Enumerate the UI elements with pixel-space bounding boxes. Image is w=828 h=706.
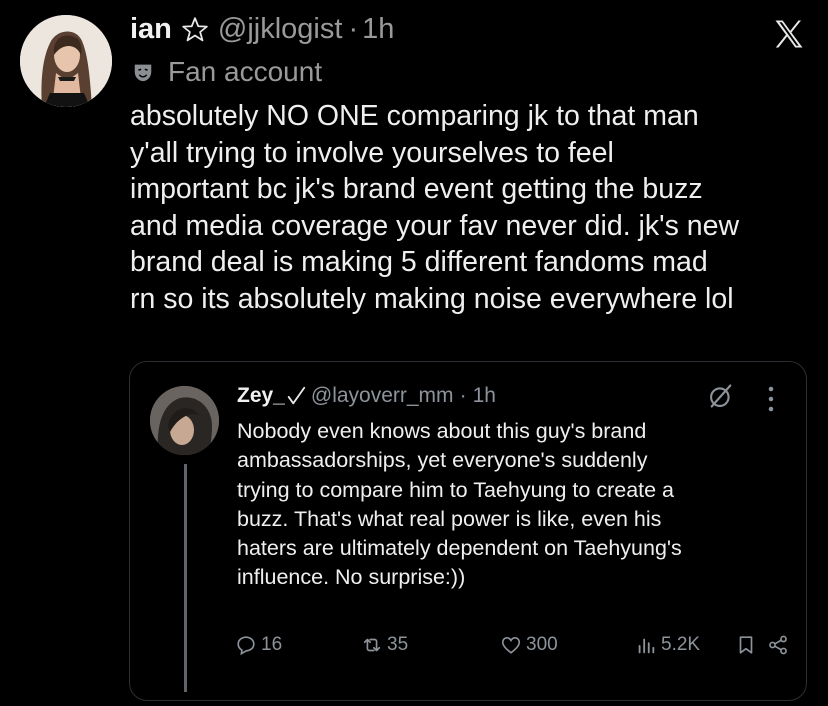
tweet-text: absolutely NO ONE comparing jk to that m… bbox=[130, 98, 820, 318]
tweet-line: and media coverage your fav never did. j… bbox=[130, 209, 740, 242]
quoted-line: ambassadorships, yet everyone's suddenly bbox=[237, 448, 648, 473]
tweet-line: brand deal is making 5 different fandoms… bbox=[130, 246, 708, 279]
grok-icon[interactable] bbox=[707, 382, 735, 410]
quoted-line: influence. No surprise:)) bbox=[237, 565, 466, 590]
reply-count: 16 bbox=[261, 634, 283, 655]
tweet-header: ian @jjklogist · 1h bbox=[130, 13, 394, 46]
quoted-line: trying to compare him to Taehyung to cre… bbox=[237, 477, 675, 502]
like-button[interactable]: 300 bbox=[500, 634, 558, 656]
star-icon bbox=[182, 16, 208, 41]
like-icon bbox=[501, 637, 521, 654]
repost-count: 35 bbox=[387, 634, 409, 655]
repost-button[interactable]: 35 bbox=[361, 634, 408, 656]
view-count: 5.2K bbox=[661, 634, 701, 655]
quoted-line: haters are ultimately dependent on Taehy… bbox=[237, 536, 682, 561]
tweet-line: y'all trying to involve yourselves to fe… bbox=[130, 136, 614, 169]
avatar-image bbox=[20, 15, 112, 107]
quoted-text: Nobody even knows about this guy's brand… bbox=[237, 417, 797, 593]
verified-check-icon bbox=[287, 386, 306, 405]
bookmark-button[interactable] bbox=[735, 634, 761, 656]
thread-line bbox=[184, 464, 187, 692]
display-name[interactable]: ian bbox=[130, 13, 172, 46]
share-button[interactable] bbox=[767, 634, 793, 656]
quoted-header: Zey_ @layoverr_mm · 1h bbox=[237, 384, 496, 408]
reply-button[interactable]: 16 bbox=[235, 634, 282, 656]
quoted-line: Nobody even knows about this guy's brand bbox=[237, 419, 647, 443]
timestamp[interactable]: 1h bbox=[362, 13, 394, 46]
separator: · bbox=[348, 13, 359, 45]
action-bar: 16 35 300 5.2K bbox=[235, 634, 795, 662]
share-icon bbox=[769, 635, 787, 655]
quoted-handle[interactable]: @layoverr_mm bbox=[311, 384, 454, 408]
account-label-text: Fan account bbox=[168, 56, 323, 87]
quoted-line: buzz. That's what real power is like, ev… bbox=[237, 506, 662, 531]
bookmark-icon bbox=[739, 636, 753, 654]
quoted-display-name[interactable]: Zey_ bbox=[237, 384, 285, 408]
views-button[interactable]: 5.2K bbox=[635, 634, 700, 656]
quoted-tweet-card[interactable]: Zey_ @layoverr_mm · 1h Nobody even knows… bbox=[129, 361, 807, 701]
tweet-line: rn so its absolutely making noise everyw… bbox=[130, 282, 734, 315]
quoted-separator: · bbox=[459, 384, 467, 407]
avatar[interactable] bbox=[20, 15, 112, 107]
reply-icon bbox=[237, 636, 255, 656]
handle[interactable]: @jjklogist bbox=[218, 13, 343, 46]
more-icon[interactable] bbox=[763, 384, 779, 414]
quoted-avatar[interactable] bbox=[150, 386, 219, 455]
quoted-timestamp[interactable]: 1h bbox=[473, 384, 496, 408]
quoted-avatar-image bbox=[150, 386, 219, 455]
tweet-line: important bc jk's brand event getting th… bbox=[130, 173, 703, 206]
account-label: Fan account bbox=[132, 56, 322, 88]
x-logo-icon[interactable] bbox=[770, 16, 808, 52]
tweet-line: absolutely NO ONE comparing jk to that m… bbox=[130, 100, 699, 132]
repost-icon bbox=[363, 638, 381, 652]
views-icon bbox=[638, 638, 655, 654]
mask-icon bbox=[134, 64, 152, 82]
like-count: 300 bbox=[526, 634, 558, 655]
